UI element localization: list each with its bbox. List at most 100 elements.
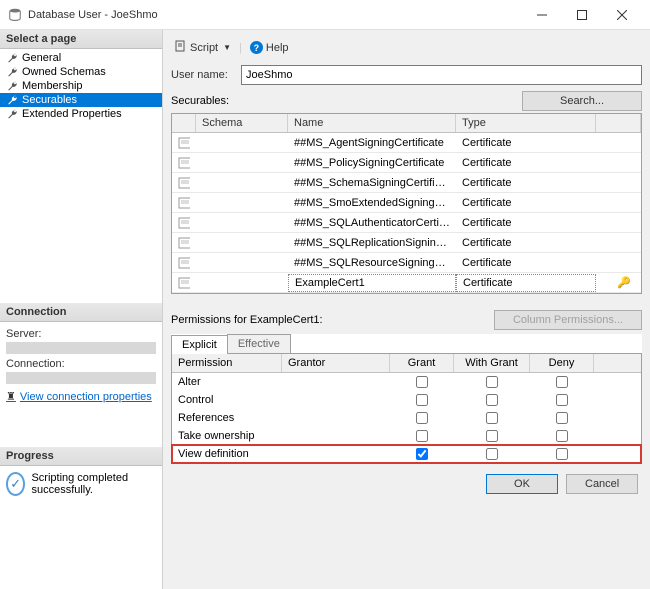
col-grant: Grant — [390, 354, 454, 372]
window-title: Database User - JoeShmo — [28, 9, 522, 21]
username-input[interactable] — [241, 65, 642, 85]
select-page-header: Select a page — [0, 30, 162, 49]
connection-label: Connection: — [6, 358, 156, 370]
deny-checkbox[interactable] — [556, 394, 568, 406]
certificate-icon — [172, 175, 196, 191]
col-grantor: Grantor — [282, 354, 390, 372]
server-value — [6, 342, 156, 354]
deny-checkbox[interactable] — [556, 448, 568, 460]
with-grant-checkbox[interactable] — [486, 412, 498, 424]
minimize-button[interactable] — [522, 1, 562, 29]
nav-extended-properties[interactable]: Extended Properties — [0, 107, 162, 121]
securable-row[interactable]: ExampleCert1Certificate🔑 — [172, 273, 641, 293]
perm-name: Take ownership — [172, 429, 282, 443]
nav-membership[interactable]: Membership — [0, 79, 162, 93]
certificate-icon — [172, 195, 196, 211]
connection-header: Connection — [0, 303, 162, 322]
ok-button[interactable]: OK — [486, 474, 558, 494]
script-icon — [175, 40, 187, 55]
tab-effective[interactable]: Effective — [227, 334, 291, 353]
main-panel: Script ▼ | ? Help User name: Securables:… — [163, 30, 650, 589]
nav-owned-schemas[interactable]: Owned Schemas — [0, 65, 162, 79]
with-grant-checkbox[interactable] — [486, 448, 498, 460]
script-label: Script — [190, 42, 218, 54]
grant-checkbox[interactable] — [416, 448, 428, 460]
nav-securables[interactable]: Securables — [0, 93, 162, 107]
certificate-icon — [172, 255, 196, 271]
securable-row[interactable]: ##MS_SQLResourceSigningC...Certificate — [172, 253, 641, 273]
row-name: ##MS_SmoExtendedSigningC... — [288, 195, 456, 211]
certificate-icon — [172, 275, 196, 291]
progress-header: Progress — [0, 447, 162, 466]
help-button[interactable]: ? Help — [246, 39, 293, 56]
with-grant-checkbox[interactable] — [486, 376, 498, 388]
column-permissions-button[interactable]: Column Permissions... — [494, 310, 642, 330]
nav-label: Extended Properties — [22, 108, 122, 120]
grant-checkbox[interactable] — [416, 430, 428, 442]
title-bar: Database User - JoeShmo — [0, 0, 650, 30]
with-grant-checkbox[interactable] — [486, 394, 498, 406]
col-deny: Deny — [530, 354, 594, 372]
permission-row[interactable]: View definition — [172, 445, 641, 463]
nav-label: Owned Schemas — [22, 66, 106, 78]
permission-row[interactable]: Take ownership — [172, 427, 641, 445]
row-name: ExampleCert1 — [288, 274, 456, 292]
securable-row[interactable]: ##MS_PolicySigningCertificateCertificate — [172, 153, 641, 173]
securables-label: Securables: — [171, 95, 522, 107]
help-icon: ? — [250, 41, 263, 54]
maximize-button[interactable] — [562, 1, 602, 29]
username-label: User name: — [171, 69, 241, 81]
nav-label: Membership — [22, 80, 83, 92]
row-type: Certificate — [456, 255, 596, 271]
cancel-button[interactable]: Cancel — [566, 474, 638, 494]
nav-label: Securables — [22, 94, 77, 106]
tab-explicit[interactable]: Explicit — [171, 335, 228, 354]
col-type: Type — [456, 114, 596, 132]
sidebar: Select a page General Owned Schemas Memb… — [0, 30, 163, 589]
row-name: ##MS_SQLReplicationSigning... — [288, 235, 456, 251]
row-type: Certificate — [456, 135, 596, 151]
row-name: ##MS_SQLResourceSigningC... — [288, 255, 456, 271]
certificate-icon — [172, 235, 196, 251]
row-name: ##MS_AgentSigningCertificate — [288, 135, 456, 151]
perm-name: Control — [172, 393, 282, 407]
connection-icon: ♜ — [6, 390, 16, 403]
col-name: Name — [288, 114, 456, 132]
row-type: Certificate — [456, 155, 596, 171]
securables-grid[interactable]: Schema Name Type ##MS_AgentSigningCertif… — [171, 113, 642, 294]
securable-row[interactable]: ##MS_SQLReplicationSigning...Certificate — [172, 233, 641, 253]
nav-general[interactable]: General — [0, 51, 162, 65]
perm-name: View definition — [172, 447, 282, 461]
progress-text: Scripting completed successfully. — [31, 472, 156, 496]
deny-checkbox[interactable] — [556, 376, 568, 388]
view-connection-properties-link[interactable]: ♜ View connection properties — [6, 390, 156, 403]
close-button[interactable] — [602, 1, 642, 29]
success-check-icon: ✓ — [6, 472, 25, 496]
key-icon: 🔑 — [617, 276, 631, 289]
deny-checkbox[interactable] — [556, 412, 568, 424]
securable-row[interactable]: ##MS_AgentSigningCertificateCertificate — [172, 133, 641, 153]
help-label: Help — [266, 42, 289, 54]
perm-name: Alter — [172, 375, 282, 389]
deny-checkbox[interactable] — [556, 430, 568, 442]
permissions-label: Permissions for ExampleCert1: — [171, 314, 494, 326]
grant-checkbox[interactable] — [416, 376, 428, 388]
securable-row[interactable]: ##MS_SQLAuthenticatorCertifi...Certifica… — [172, 213, 641, 233]
row-name: ##MS_PolicySigningCertificate — [288, 155, 456, 171]
securable-row[interactable]: ##MS_SmoExtendedSigningC...Certificate — [172, 193, 641, 213]
search-button[interactable]: Search... — [522, 91, 642, 111]
row-name: ##MS_SchemaSigningCertifica... — [288, 175, 456, 191]
permission-row[interactable]: Control — [172, 391, 641, 409]
permission-row[interactable]: Alter — [172, 373, 641, 391]
script-button[interactable]: Script ▼ — [171, 38, 235, 57]
with-grant-checkbox[interactable] — [486, 430, 498, 442]
row-type: Certificate — [456, 195, 596, 211]
securable-row[interactable]: ##MS_SchemaSigningCertifica...Certificat… — [172, 173, 641, 193]
permission-row[interactable]: References — [172, 409, 641, 427]
permissions-grid[interactable]: Permission Grantor Grant With Grant Deny… — [171, 354, 642, 464]
row-name: ##MS_SQLAuthenticatorCertifi... — [288, 215, 456, 231]
grant-checkbox[interactable] — [416, 394, 428, 406]
row-type: Certificate — [456, 175, 596, 191]
grant-checkbox[interactable] — [416, 412, 428, 424]
row-type: Certificate — [456, 215, 596, 231]
